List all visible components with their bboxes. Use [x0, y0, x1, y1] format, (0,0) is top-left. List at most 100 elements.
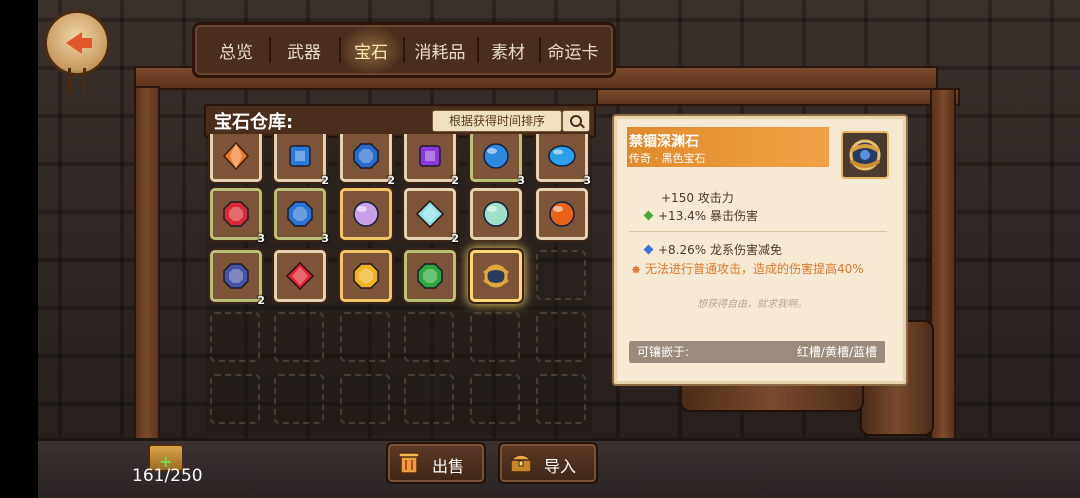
- storage-capacity: 161/250: [132, 466, 203, 486]
- fire-orb-gem-icon: [549, 201, 575, 227]
- special-effect: 无法进行普通攻击，造成的伤害提高40%: [645, 262, 864, 276]
- stat-dragon-dr: +8.26% 龙系伤害减免: [643, 241, 782, 258]
- blue-diamond-icon: [643, 244, 654, 255]
- tab-gems[interactable]: 宝石: [339, 25, 403, 75]
- back-button[interactable]: [44, 10, 110, 76]
- sell-label: 出售: [432, 457, 465, 476]
- category-tabs: 总览 武器 宝石 消耗品 素材 命运卡: [192, 22, 616, 78]
- empty-slot: [470, 374, 520, 424]
- chained-abyss-stone-icon: [483, 264, 509, 288]
- gem-slot[interactable]: 3: [536, 134, 591, 187]
- purple-square-gem-icon: [419, 145, 441, 167]
- socket-label: 可镶嵌于:: [637, 345, 690, 359]
- empty-slot: [470, 312, 520, 362]
- treasure-chest-icon: [510, 454, 532, 473]
- gem-slot[interactable]: 2: [340, 134, 395, 187]
- blue-hexagon-gem-icon: [287, 201, 313, 227]
- gem-slot[interactable]: [340, 188, 392, 240]
- stack-count: 3: [583, 174, 591, 187]
- empty-slot: [210, 312, 260, 362]
- stat-crit-damage: +13.4% 暴击伤害: [643, 207, 758, 224]
- rainbow-opal-gem-icon: [353, 201, 379, 227]
- blue-octagon-gem-icon: [353, 143, 379, 169]
- gem-detail-card: 禁锢深渊石 传奇 · 黑色宝石 +150 攻击力 +13.4% 暴击伤害 +8.…: [614, 116, 906, 384]
- stack-count: 2: [257, 294, 265, 307]
- gem-slot[interactable]: 2: [274, 134, 329, 187]
- empty-slot: [536, 250, 586, 300]
- empty-slot: [274, 374, 324, 424]
- stat-crit-damage-text: +13.4% 暴击伤害: [658, 209, 758, 223]
- gem-slot[interactable]: [536, 188, 588, 240]
- game-scene: 总览 武器 宝石 消耗品 素材 命运卡 宝石仓库: 根据获得时间排序 2 2 2 3 3…: [0, 0, 1080, 498]
- empty-slot: [274, 312, 324, 362]
- left-letterbox: [0, 0, 38, 498]
- gem-slot[interactable]: 3: [210, 188, 265, 245]
- empty-slot: [536, 374, 586, 424]
- stack-count: 3: [321, 232, 329, 245]
- indigo-octagon-gem-icon: [223, 263, 249, 289]
- gem-grid[interactable]: 2 2 2 3 3 3 3 2 2: [206, 134, 592, 436]
- divider: [629, 231, 887, 232]
- empty-slot: [404, 374, 454, 424]
- stack-count: 2: [451, 174, 459, 187]
- warehouse-title: 宝石仓库:: [214, 112, 294, 133]
- empty-slot: [340, 312, 390, 362]
- stack-count: 2: [451, 232, 459, 245]
- tab-fate-cards[interactable]: 命运卡: [539, 25, 607, 75]
- blue-round-gem-icon: [483, 143, 509, 169]
- tab-materials[interactable]: 素材: [477, 25, 539, 75]
- blue-square-gem-icon: [289, 145, 311, 167]
- special-star-icon: ✸: [631, 263, 642, 277]
- green-diamond-icon: [643, 210, 654, 221]
- gem-slot[interactable]: [404, 250, 456, 302]
- import-button[interactable]: 导入: [498, 442, 598, 484]
- sort-dropdown[interactable]: 根据获得时间排序: [432, 110, 562, 132]
- empty-slot: [536, 312, 586, 362]
- socket-value: 红槽/黄槽/蓝槽: [796, 345, 877, 359]
- tab-consumables[interactable]: 消耗品: [403, 25, 477, 75]
- back-button-stand: [68, 68, 86, 94]
- stat-dragon-dr-text: +8.26% 龙系伤害减免: [658, 243, 782, 257]
- gem-name: 禁锢深渊石: [629, 134, 699, 150]
- iridescent-pearl-gem-icon: [483, 201, 509, 227]
- gem-slot[interactable]: 2: [210, 250, 265, 307]
- orange-crystal-icon: [222, 142, 250, 170]
- green-octagon-gem-icon: [417, 263, 443, 289]
- wooden-post: [134, 86, 160, 442]
- gold-octagon-gem-icon: [353, 263, 379, 289]
- sell-button[interactable]: 出售: [386, 442, 486, 484]
- gem-slot[interactable]: [470, 188, 522, 240]
- chained-abyss-stone-icon: [841, 131, 889, 179]
- red-diamond-gem-icon: [286, 262, 314, 290]
- wooden-beam: [596, 88, 960, 106]
- trash-can-icon: [398, 452, 420, 474]
- empty-slot: [404, 312, 454, 362]
- stack-count: 2: [321, 174, 329, 187]
- warehouse-header: 宝石仓库: 根据获得时间排序: [204, 104, 596, 138]
- empty-slot: [340, 374, 390, 424]
- stack-count: 3: [257, 232, 265, 245]
- import-label: 导入: [544, 457, 577, 476]
- search-button[interactable]: [562, 110, 590, 132]
- tab-overview[interactable]: 总览: [199, 25, 273, 75]
- blue-oval-gem-icon: [548, 145, 576, 167]
- gem-slot[interactable]: [210, 134, 262, 182]
- gem-slot[interactable]: [470, 250, 522, 302]
- back-arrow-icon: [66, 32, 92, 54]
- gem-slot[interactable]: 3: [274, 188, 329, 245]
- socket-info: 可镶嵌于: 红槽/黄槽/蓝槽: [629, 341, 885, 363]
- empty-slot: [210, 374, 260, 424]
- gem-slot[interactable]: 2: [404, 188, 459, 245]
- gem-slot[interactable]: 2: [404, 134, 459, 187]
- flavor-text: 想获得自由，就求我啊。: [697, 299, 807, 310]
- stack-count: 3: [517, 174, 525, 187]
- red-octagon-gem-icon: [223, 201, 249, 227]
- stack-count: 2: [387, 174, 395, 187]
- gem-slot[interactable]: [274, 250, 326, 302]
- tab-weapons[interactable]: 武器: [269, 25, 339, 75]
- prism-diamond-gem-icon: [416, 200, 444, 228]
- gem-rarity-type: 传奇 · 黑色宝石: [629, 152, 706, 165]
- stat-attack: +150 攻击力: [661, 191, 734, 205]
- gem-slot[interactable]: 3: [470, 134, 525, 187]
- gem-slot[interactable]: [340, 250, 392, 302]
